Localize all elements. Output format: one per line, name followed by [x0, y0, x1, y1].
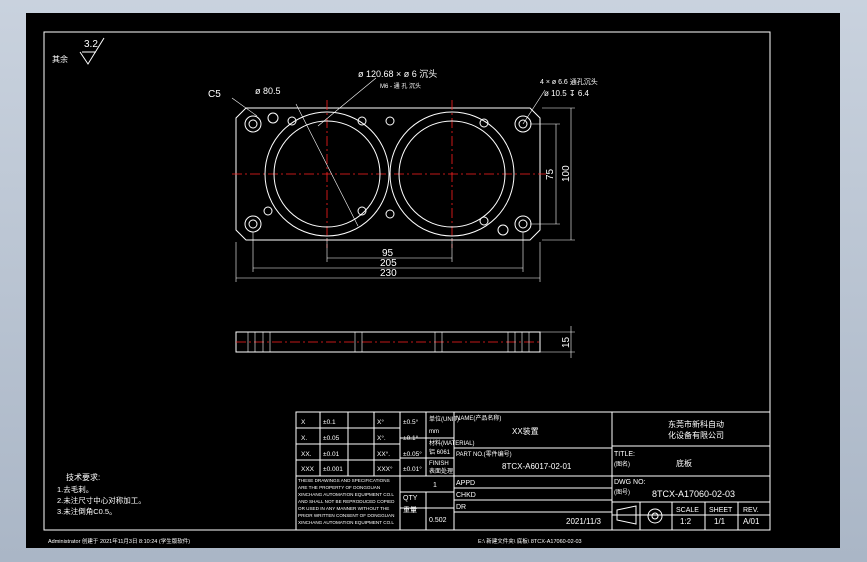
thread-callout: M6 - 通 孔 沉头 [380, 82, 421, 90]
svg-text:±0.05: ±0.05 [323, 435, 340, 442]
svg-text:XINCHANG AUTOMATION EQUIPMENT: XINCHANG AUTOMATION EQUIPMENT CO.L [298, 492, 394, 497]
sheet-label: SHEET [709, 507, 733, 514]
dim-15: 15 [561, 336, 572, 348]
chamfer-callout: C5 [208, 89, 221, 100]
company-line1: 东莞市新科自动 [668, 419, 724, 429]
svg-text:±0.1: ±0.1 [323, 419, 336, 426]
svg-text:±0.05°: ±0.05° [403, 450, 422, 458]
company-line2: 化设备有限公司 [668, 430, 724, 440]
weight-label: 重量 [403, 506, 417, 514]
holes-callout-a: 4 × ø 6.6 通孔沉头 [540, 77, 598, 86]
tech-req-line: 3.未注倒角C0.5。 [57, 506, 117, 516]
finish-label: FINISH [429, 461, 449, 467]
drawing-sheet [26, 13, 840, 548]
svg-text:XX°.: XX°. [377, 450, 390, 458]
qty-label: QTY [403, 495, 418, 502]
svg-text:XXX: XXX [301, 466, 315, 473]
svg-text:X: X [301, 419, 306, 426]
unit-value: mm [429, 429, 439, 435]
dwg-value: 8TCX-A17060-02-03 [652, 489, 735, 499]
title-label: TITLE: [614, 451, 635, 458]
big-bore-callout: ø 120.68 × ø 6 沉头 [358, 69, 437, 79]
rev-value: A/01 [743, 517, 760, 526]
tech-req-line: 1.去毛刺。 [57, 484, 93, 494]
dim-230: 230 [380, 268, 397, 279]
qty-value: 1 [433, 482, 437, 489]
svg-text:±0.001: ±0.001 [323, 466, 343, 473]
rev-label: REV. [743, 507, 759, 514]
svg-text:PRIOR WRITTEN CONSENT OF DONGG: PRIOR WRITTEN CONSENT OF DONGGUAN [298, 513, 394, 518]
roughness-remark: 其余 [52, 54, 68, 64]
roughness-value: 3.2 [84, 39, 98, 50]
chkd-label: CHKD [456, 492, 476, 499]
holes-callout-b: ø 10.5 ↧ 6.4 [544, 89, 590, 98]
material-label: 材料(MATERIAL) [429, 439, 475, 447]
status-right-text: E:\ 新建文件夹\ 底板\ 8TCX-A17060-02-03 [478, 537, 582, 545]
name-label: NAME(产品名称) [456, 414, 501, 422]
svg-text:AND SHALL NOT BE REPRODUCED CO: AND SHALL NOT BE REPRODUCED COPIED [298, 499, 395, 504]
dim-75: 75 [545, 168, 556, 180]
svg-text:XX.: XX. [301, 451, 312, 458]
sheet-value: 1/1 [714, 517, 726, 526]
title-cn-label: (图名) [614, 460, 630, 468]
svg-text:X°.: X°. [377, 434, 386, 442]
drawing-date: 2021/11/3 [566, 517, 602, 526]
svg-text:X.: X. [301, 435, 307, 442]
small-bore-callout: ø 80.5 [255, 86, 281, 96]
svg-text:±0.1°: ±0.1° [403, 434, 419, 442]
svg-text:OR USED IN ANY MANNER WITHOUT: OR USED IN ANY MANNER WITHOUT THE [298, 506, 389, 511]
part-value: 8TCX-A6017-02-01 [502, 462, 572, 471]
part-label: PART NO.(零件编号) [456, 450, 512, 458]
scale-label: SCALE [676, 507, 699, 514]
svg-text:X°: X° [377, 418, 384, 426]
material-value: 铝 6061 [429, 448, 451, 456]
drawing-canvas[interactable]: 3.2 其余 C5 ø 80.5 ø 120.68 × ø 6 沉头 M6 - … [0, 0, 867, 562]
svg-text:±0.01°: ±0.01° [403, 465, 422, 473]
svg-text:±0.5°: ±0.5° [403, 418, 419, 426]
dwg-label: DWG NO: [614, 479, 646, 486]
dwg-cn-label: (图号) [614, 489, 630, 496]
svg-text:ARE THE PROPERTY OF DONGGUAN: ARE THE PROPERTY OF DONGGUAN [298, 485, 380, 490]
status-left-text: Administrator 创建于 2021年11月3日 8:10:24 (学生… [48, 537, 190, 545]
svg-text:XINCHANG AUTOMATION EQUIPMENT: XINCHANG AUTOMATION EQUIPMENT CO.L [298, 520, 394, 525]
scale-value: 1:2 [680, 517, 692, 526]
finish-value: 表面处理 [429, 467, 453, 475]
dim-100: 100 [561, 165, 572, 182]
title-value: 底板 [676, 458, 692, 468]
svg-text:XXX°: XXX° [377, 465, 393, 473]
tech-req-line: 2.未注尺寸中心对称加工。 [57, 495, 146, 505]
svg-text:±0.01: ±0.01 [323, 451, 340, 458]
weight-value: 0.502 [429, 517, 447, 524]
unit-label: 单位(UNIT) [429, 415, 459, 423]
tech-req-title: 技术要求: [66, 472, 100, 482]
cad-viewer-window: 3.2 其余 C5 ø 80.5 ø 120.68 × ø 6 沉头 M6 - … [0, 0, 867, 562]
name-value: XX装置 [512, 426, 539, 436]
appd-label: APPD [456, 480, 475, 487]
svg-text:THESE DRAWINGS AND SPECIFICATI: THESE DRAWINGS AND SPECIFICATIONS [298, 478, 390, 483]
dr-label: DR [456, 504, 466, 511]
